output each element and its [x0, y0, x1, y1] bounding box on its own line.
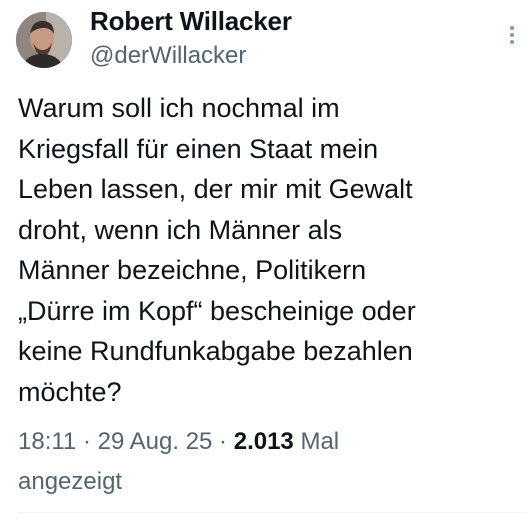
tweet-date[interactable]: 29 Aug. 25	[98, 428, 213, 455]
tweet-text: Warum soll ich nochmal im Kriegsfall für…	[18, 93, 416, 407]
avatar-image	[16, 12, 72, 68]
author-block: Robert Willacker @derWillacker	[90, 4, 292, 72]
meta-separator: ·	[76, 428, 98, 455]
views-count: 2.013	[233, 428, 294, 455]
avatar[interactable]	[16, 12, 72, 68]
views-label: Mal	[300, 428, 340, 455]
tweet-metadata: 18:11 · 29 Aug. 25 · 2.013 Mal angezeigt	[18, 422, 498, 502]
views-label-2: angezeigt	[18, 468, 123, 495]
author-handle[interactable]: @derWillacker	[90, 40, 292, 72]
divider	[18, 512, 526, 513]
tweet-time[interactable]: 18:11	[18, 428, 76, 455]
author-display-name[interactable]: Robert Willacker	[90, 4, 292, 38]
tweet-card: Robert Willacker @derWillacker Warum sol…	[0, 0, 526, 523]
more-vertical-icon[interactable]	[508, 26, 516, 48]
meta-separator: ·	[212, 428, 234, 455]
